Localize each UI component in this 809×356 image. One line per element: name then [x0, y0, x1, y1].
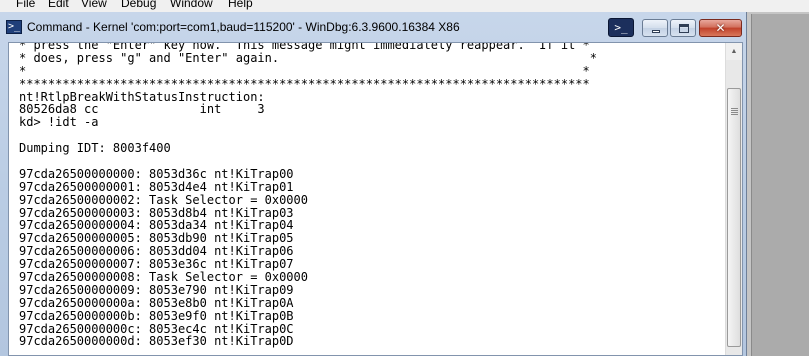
command-output-pane[interactable]: * press the "Enter" key now. This messag… — [8, 42, 743, 356]
window-title: Command - Kernel 'com:port=com1,baud=115… — [27, 20, 460, 34]
menu-help[interactable]: Help — [228, 0, 253, 10]
command-prompt-icon: >_ — [6, 20, 22, 34]
minimize-icon — [652, 30, 660, 33]
title-bar[interactable]: >_ Command - Kernel 'com:port=com1,baud=… — [0, 12, 746, 42]
menu-file[interactable]: File — [16, 0, 35, 10]
console-line: 97cda26500000009: 8053e790 nt!KiTrap09 — [19, 282, 294, 297]
menu-debug[interactable]: Debug — [121, 0, 156, 10]
menu-edit[interactable]: Edit — [48, 0, 69, 10]
console-line: * * — [19, 63, 590, 78]
scroll-thumb[interactable] — [727, 88, 741, 347]
maximize-icon — [679, 24, 689, 33]
scroll-up-icon[interactable]: ▲ — [726, 43, 742, 60]
minimize-button[interactable] — [642, 19, 668, 37]
vertical-scrollbar[interactable]: ▲ — [725, 43, 742, 355]
console-line: 97cda26500000001: 8053d4e4 nt!KiTrap01 — [19, 179, 294, 194]
maximize-button[interactable] — [670, 19, 696, 37]
menu-view[interactable]: View — [81, 0, 107, 10]
close-icon: ✕ — [715, 21, 726, 35]
menu-window[interactable]: Window — [170, 0, 213, 10]
background-workspace — [747, 12, 809, 356]
console-line: 97cda26500000000: 8053d36c nt!KiTrap00 — [19, 166, 294, 181]
console-line: ****************************************… — [19, 76, 590, 91]
console-line: 97cda2650000000a: 8053e8b0 nt!KiTrap0A — [19, 295, 294, 310]
console-line: 80526da8 cc int 3 — [19, 102, 265, 117]
close-button[interactable]: ✕ — [699, 19, 742, 37]
console-line: 97cda2650000000d: 8053ef30 nt!KiTrap0D — [19, 334, 294, 349]
menu-bar: File Edit View Debug Window Help — [0, 0, 809, 12]
background-panel — [751, 14, 809, 356]
console-line: Dumping IDT: 8003f400 — [19, 141, 171, 156]
command-prompt-button[interactable]: >_ — [608, 18, 634, 37]
grip-icon — [731, 108, 738, 109]
console-line: kd> !idt -a — [19, 115, 99, 130]
command-window: >_ Command - Kernel 'com:port=com1,baud=… — [0, 12, 747, 356]
console-output: * press the "Enter" key now. This messag… — [19, 43, 719, 349]
console-line: 97cda26500000008: Task Selector = 0x0000 — [19, 270, 308, 285]
console-line: * does, press "g" and "Enter" again. * — [19, 50, 597, 65]
console-line: 97cda2650000000b: 8053e9f0 nt!KiTrap0B — [19, 308, 294, 323]
console-line: 97cda26500000002: Task Selector = 0x0000 — [19, 192, 308, 207]
